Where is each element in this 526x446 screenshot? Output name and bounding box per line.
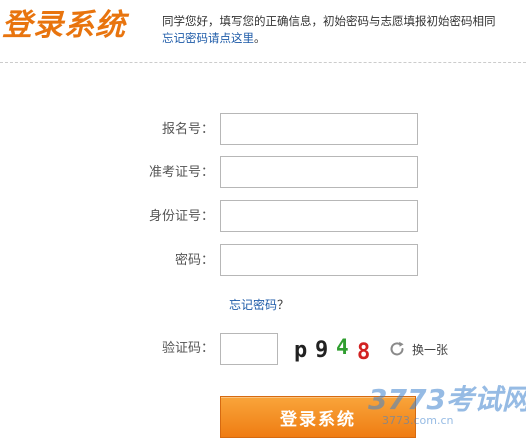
field-row-password: 密码： xyxy=(0,244,526,278)
exam-number-label: 准考证号： xyxy=(148,165,214,180)
forgot-suffix: ？ xyxy=(277,298,290,312)
password-label: 密码： xyxy=(174,253,214,268)
id-number-input[interactable] xyxy=(220,200,418,232)
page-title: 登录系统 xyxy=(2,8,126,43)
captcha-image[interactable]: p 9 4 8 xyxy=(288,334,380,364)
notice-line: 同学您好，填写您的正确信息，初始密码与志愿填报初始密码相同 xyxy=(162,14,496,28)
captcha-input[interactable] xyxy=(220,333,278,365)
notice-end: 。 xyxy=(254,31,266,45)
exam-number-input[interactable] xyxy=(220,156,418,188)
refresh-captcha-button[interactable]: 换一张 xyxy=(388,339,448,359)
captcha-char: 4 xyxy=(336,335,349,359)
field-row-exam-number: 准考证号： xyxy=(0,156,526,190)
notice-line-2: 忘记密码请点这里。 xyxy=(162,30,522,47)
password-input[interactable] xyxy=(220,244,418,276)
captcha-char: 8 xyxy=(357,340,370,364)
id-number-label: 身份证号： xyxy=(148,209,214,224)
refresh-icon xyxy=(390,341,404,356)
forgot-password: 忘记密码？ xyxy=(229,296,289,313)
header-divider xyxy=(0,62,526,63)
field-row-registration-number: 报名号： xyxy=(0,113,526,147)
registration-number-label: 报名号： xyxy=(161,122,214,137)
refresh-captcha-label: 换一张 xyxy=(412,342,449,357)
captcha-label: 验证码： xyxy=(161,341,214,356)
login-button[interactable]: 登录系统 xyxy=(220,396,416,438)
registration-number-input[interactable] xyxy=(220,113,418,145)
field-row-id-number: 身份证号： xyxy=(0,200,526,234)
forgot-password-link[interactable]: 忘记密码 xyxy=(229,298,277,312)
notice-text: 同学您好，填写您的正确信息，初始密码与志愿填报初始密码相同 忘记密码请点这里。 xyxy=(162,13,522,47)
captcha-char: p xyxy=(294,338,307,363)
captcha-char: 9 xyxy=(315,338,328,363)
forgot-password-notice-link[interactable]: 忘记密码请点这里 xyxy=(162,31,254,45)
